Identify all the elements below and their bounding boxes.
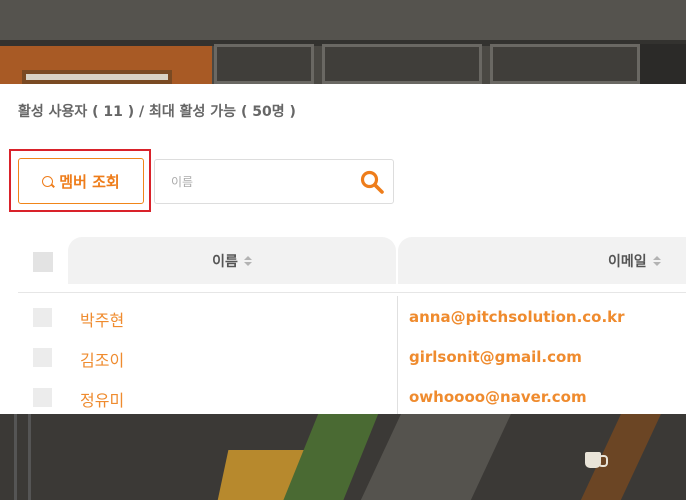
table-row: 김조이 girlsonit@gmail.com [0,337,686,377]
sort-icon [652,255,661,266]
active-users-summary: 활성 사용자 ( 11 ) / 최대 활성 가능 ( 50명 ) [18,104,296,120]
search-icon[interactable] [359,169,385,195]
column-header-email-label: 이메일 [608,253,647,270]
column-header-email[interactable]: 이메일 [398,237,686,284]
member-email: girlsonit@gmail.com [409,348,582,366]
header-divider [18,292,686,293]
column-header-name-label: 이름 [212,253,238,270]
member-name[interactable]: 박주현 [80,307,124,331]
row-checkbox[interactable] [33,308,52,327]
member-name[interactable]: 김조이 [80,347,124,371]
select-all-checkbox[interactable] [33,252,53,272]
picture-frame [22,70,172,84]
member-email: anna@pitchsolution.co.kr [409,308,625,326]
member-panel: 활성 사용자 ( 11 ) / 최대 활성 가능 ( 50명 ) 멤버 조회 이… [0,84,686,414]
name-search-input[interactable] [155,160,355,203]
window [490,44,640,84]
member-email: owhoooo@naver.com [409,388,587,406]
window [214,44,314,84]
search-icon [42,175,54,187]
search-box [154,159,394,204]
row-checkbox[interactable] [33,388,52,407]
member-name[interactable]: 정유미 [80,387,124,411]
member-lookup-button[interactable]: 멤버 조회 [18,158,144,204]
member-lookup-label: 멤버 조회 [59,172,120,191]
sort-icon [243,255,252,266]
table-row: 정유미 owhoooo@naver.com [0,377,686,414]
background-bottom [0,414,686,500]
row-checkbox[interactable] [33,348,52,367]
table-row: 박주현 anna@pitchsolution.co.kr [0,297,686,337]
window [322,44,482,84]
background-top [0,0,686,84]
column-header-name[interactable]: 이름 [68,237,396,284]
